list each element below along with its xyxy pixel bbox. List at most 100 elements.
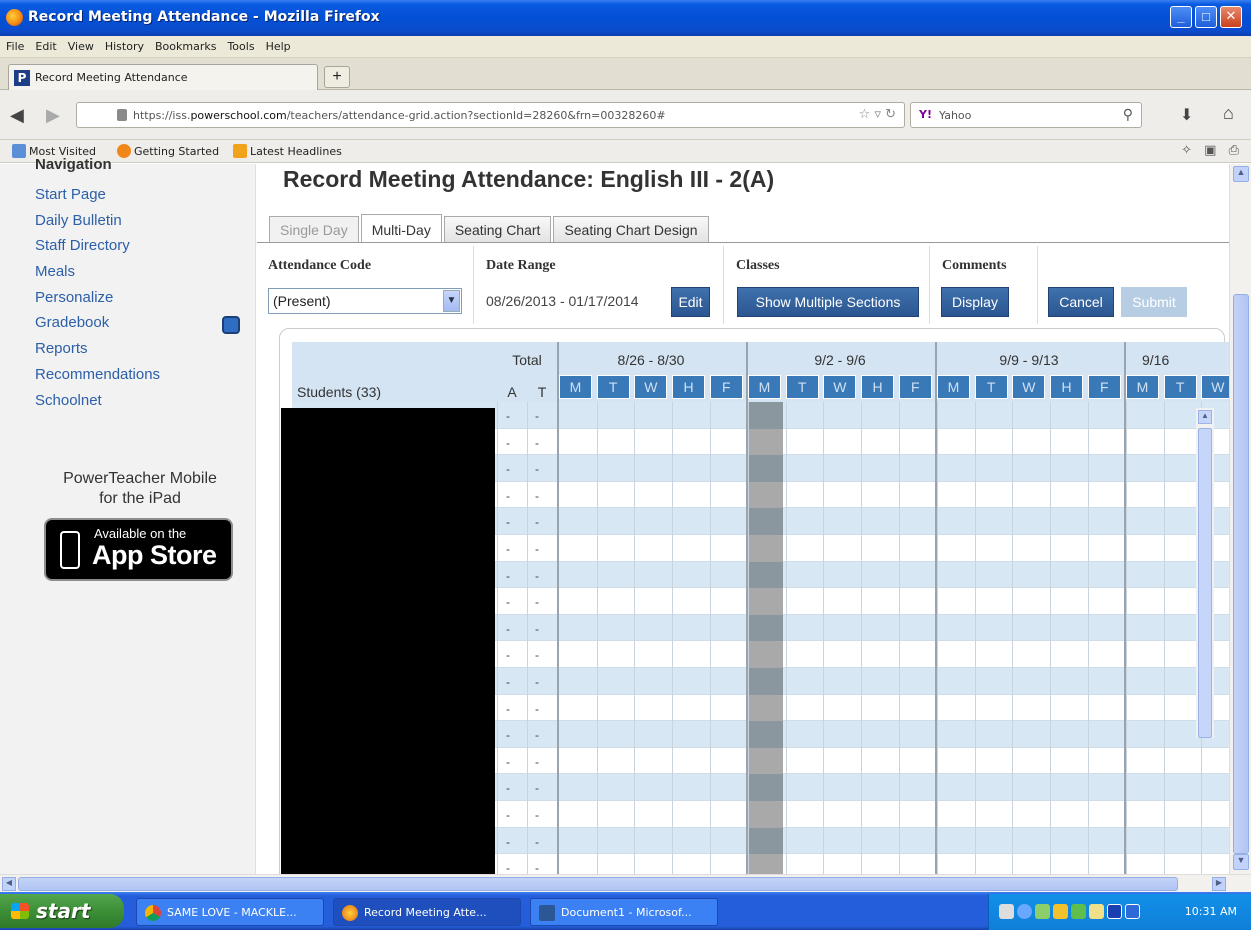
tab-multi-day[interactable]: Multi-Day: [360, 214, 442, 243]
tab-seating-chart[interactable]: Seating Chart: [443, 216, 552, 243]
day-header[interactable]: W: [1201, 375, 1229, 399]
download-icon[interactable]: ⬇: [1180, 105, 1193, 125]
menu-tools[interactable]: Tools: [221, 36, 259, 53]
day-header[interactable]: F: [709, 375, 743, 399]
back-arrow-icon[interactable]: ◀: [10, 105, 24, 126]
day-header[interactable]: W: [1012, 375, 1046, 399]
holiday-cell: [747, 801, 783, 828]
total-cell: -: [506, 515, 510, 530]
show-multiple-sections-button[interactable]: Show Multiple Sections: [737, 287, 919, 317]
gradebook-launch-icon[interactable]: [222, 316, 240, 334]
security-icon[interactable]: [1071, 904, 1086, 919]
browser-tab[interactable]: P Record Meeting Attendance: [8, 64, 318, 90]
grid-scroll-thumb[interactable]: [1198, 428, 1212, 738]
day-header[interactable]: W: [823, 375, 857, 399]
sidebar-item-staff-directory[interactable]: Staff Directory: [35, 237, 160, 263]
search-icon[interactable]: ⚲: [1123, 107, 1133, 123]
menu-help[interactable]: Help: [260, 36, 296, 53]
menu-edit[interactable]: Edit: [29, 36, 61, 53]
sidebar-item-recommendations[interactable]: Recommendations: [35, 366, 160, 392]
taskbar-item-word[interactable]: Document1 - Microsof...: [530, 898, 718, 926]
new-tab-button[interactable]: +: [324, 66, 350, 88]
update-icon[interactable]: [1053, 904, 1068, 919]
close-button[interactable]: ✕: [1220, 6, 1242, 28]
day-header[interactable]: H: [672, 375, 706, 399]
sidebar-item-gradebook[interactable]: Gradebook: [35, 314, 160, 340]
page-vertical-scrollbar[interactable]: ▲ ▼: [1229, 164, 1251, 874]
sidebar-item-schoolnet[interactable]: Schoolnet: [35, 392, 160, 418]
scroll-down-icon[interactable]: ▼: [1233, 854, 1249, 870]
toolbar-extra-icons[interactable]: ✧ ▣ ⎙: [1181, 143, 1243, 158]
menu-bookmarks[interactable]: Bookmarks: [149, 36, 221, 53]
day-header[interactable]: T: [974, 375, 1008, 399]
help-icon[interactable]: [999, 904, 1014, 919]
day-header[interactable]: H: [1050, 375, 1084, 399]
tab-seating-chart-design[interactable]: Seating Chart Design: [553, 216, 709, 243]
day-header[interactable]: F: [898, 375, 932, 399]
page-horizontal-scrollbar[interactable]: ◀ ▶: [0, 874, 1251, 892]
holiday-cell: [747, 428, 783, 456]
navigation-heading: Navigation: [35, 156, 112, 173]
horizontal-scroll-thumb[interactable]: [18, 877, 1178, 891]
grid-line: [1012, 402, 1014, 874]
day-header[interactable]: T: [596, 375, 630, 399]
edit-button[interactable]: Edit: [671, 287, 710, 317]
submit-button[interactable]: Submit: [1121, 287, 1187, 317]
display-comments-button[interactable]: Display: [941, 287, 1009, 317]
attendance-code-value: (Present): [273, 293, 331, 309]
sidebar-item-meals[interactable]: Meals: [35, 263, 160, 289]
search-input[interactable]: Y! Yahoo ⚲: [910, 102, 1142, 128]
sidebar-item-personalize[interactable]: Personalize: [35, 289, 160, 315]
sidebar-item-start-page[interactable]: Start Page: [35, 186, 160, 212]
total-cell: -: [535, 781, 539, 796]
sidebar-item-daily-bulletin[interactable]: Daily Bulletin: [35, 212, 160, 238]
forward-arrow-icon[interactable]: ▶: [46, 105, 60, 126]
grid-scrollbar[interactable]: ▲: [1196, 408, 1214, 738]
day-header[interactable]: F: [1087, 375, 1121, 399]
menu-history[interactable]: History: [99, 36, 149, 53]
taskbar-item-chrome[interactable]: SAME LOVE - MACKLE...: [136, 898, 324, 926]
holiday-cell: [747, 588, 783, 615]
chrome-icon: [145, 905, 161, 921]
grid-line: [823, 402, 825, 874]
sidebar-item-reports[interactable]: Reports: [35, 340, 160, 366]
bookmark-getting-started[interactable]: Getting Started: [117, 144, 219, 158]
minimize-button[interactable]: _: [1170, 6, 1192, 28]
day-header[interactable]: T: [785, 375, 819, 399]
taskbar-item-firefox[interactable]: Record Meeting Atte...: [333, 898, 521, 926]
day-header[interactable]: M: [748, 375, 781, 399]
attendance-code-select[interactable]: (Present) ▼: [268, 288, 462, 314]
grid-line: [1163, 402, 1165, 874]
menu-file[interactable]: File: [0, 36, 29, 53]
menu-view[interactable]: View: [62, 36, 99, 53]
maximize-button[interactable]: □: [1195, 6, 1217, 28]
vertical-scroll-thumb[interactable]: [1233, 294, 1249, 854]
day-header[interactable]: M: [1126, 375, 1159, 399]
url-bar[interactable]: https://iss.powerschool.com/teachers/att…: [76, 102, 905, 128]
day-header[interactable]: H: [861, 375, 895, 399]
app-store-badge[interactable]: Available on the App Store: [44, 518, 233, 581]
volume-icon[interactable]: [1125, 904, 1140, 919]
cancel-button[interactable]: Cancel: [1048, 287, 1114, 317]
day-header[interactable]: M: [559, 375, 592, 399]
total-cell: -: [506, 728, 510, 743]
day-header[interactable]: W: [634, 375, 668, 399]
media-icon[interactable]: [1107, 904, 1122, 919]
display-icon[interactable]: [1089, 904, 1104, 919]
start-button[interactable]: start: [0, 894, 124, 928]
arrow-icon[interactable]: [1017, 904, 1032, 919]
scroll-right-icon[interactable]: ▶: [1212, 877, 1226, 891]
bookmark-latest-headlines[interactable]: Latest Headlines: [233, 144, 342, 158]
scroll-up-icon[interactable]: ▲: [1198, 410, 1212, 424]
total-cell: -: [506, 462, 510, 477]
network-icon[interactable]: [1035, 904, 1050, 919]
home-icon[interactable]: ⌂: [1223, 103, 1234, 124]
divider: [929, 246, 930, 324]
scroll-left-icon[interactable]: ◀: [2, 877, 16, 891]
scroll-up-icon[interactable]: ▲: [1233, 166, 1249, 182]
bookmark-star-icon[interactable]: ☆ ▿ ↻: [859, 107, 896, 122]
total-cell: -: [506, 542, 510, 556]
tab-single-day[interactable]: Single Day: [269, 216, 359, 243]
day-header[interactable]: M: [937, 375, 970, 399]
day-header[interactable]: T: [1163, 375, 1197, 399]
